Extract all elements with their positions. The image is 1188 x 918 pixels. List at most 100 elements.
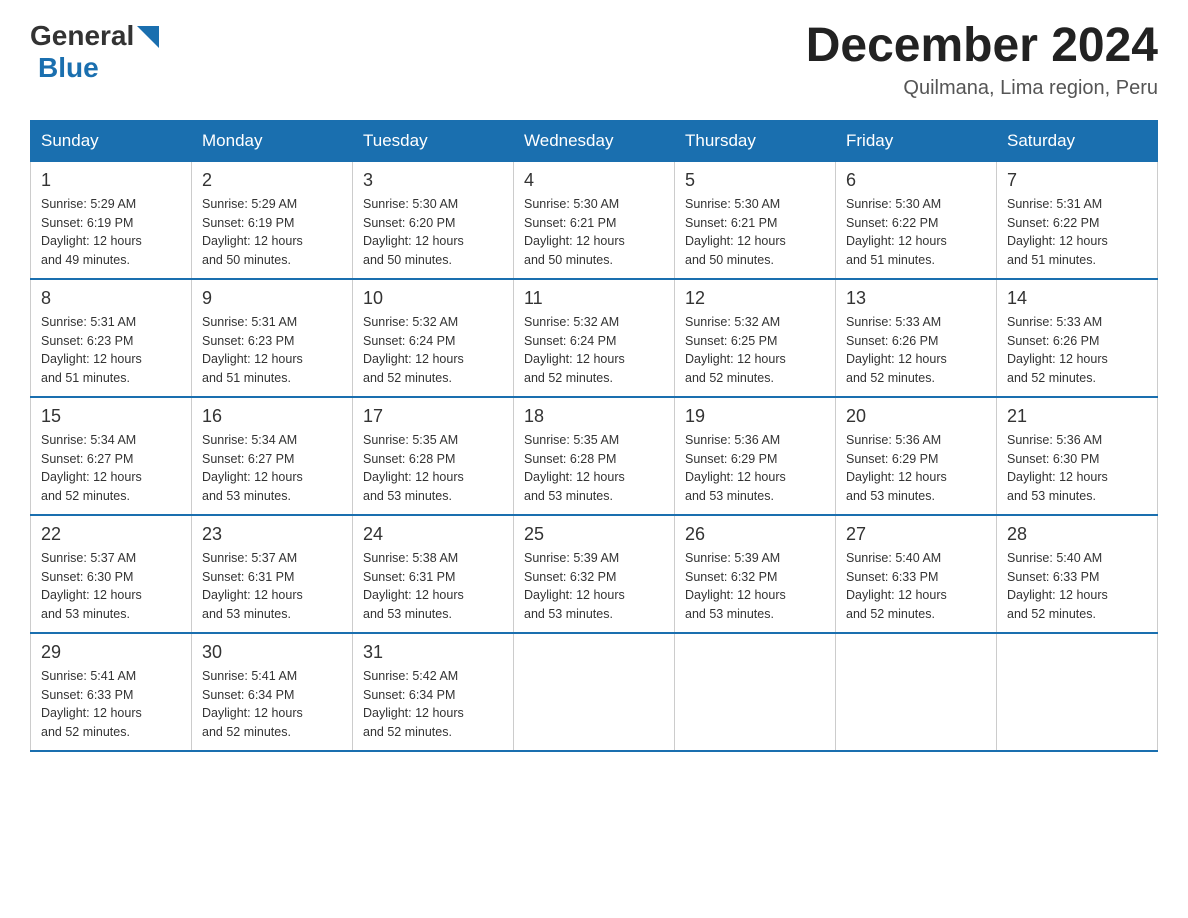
calendar-cell: 16 Sunrise: 5:34 AM Sunset: 6:27 PM Dayl… [192, 397, 353, 515]
day-number: 8 [41, 288, 181, 309]
calendar-cell: 12 Sunrise: 5:32 AM Sunset: 6:25 PM Dayl… [675, 279, 836, 397]
day-info: Sunrise: 5:30 AM Sunset: 6:21 PM Dayligh… [524, 195, 664, 270]
week-row-5: 29 Sunrise: 5:41 AM Sunset: 6:33 PM Dayl… [31, 633, 1158, 751]
logo-arrow-icon [137, 26, 159, 48]
header-monday: Monday [192, 120, 353, 161]
header-friday: Friday [836, 120, 997, 161]
week-row-1: 1 Sunrise: 5:29 AM Sunset: 6:19 PM Dayli… [31, 161, 1158, 279]
calendar-cell: 10 Sunrise: 5:32 AM Sunset: 6:24 PM Dayl… [353, 279, 514, 397]
day-number: 15 [41, 406, 181, 427]
calendar-table: SundayMondayTuesdayWednesdayThursdayFrid… [30, 120, 1158, 752]
page-header: General Blue December 2024 Quilmana, Lim… [30, 20, 1158, 100]
logo-blue-text: Blue [38, 52, 99, 84]
day-number: 20 [846, 406, 986, 427]
day-info: Sunrise: 5:29 AM Sunset: 6:19 PM Dayligh… [202, 195, 342, 270]
day-info: Sunrise: 5:33 AM Sunset: 6:26 PM Dayligh… [846, 313, 986, 388]
header-wednesday: Wednesday [514, 120, 675, 161]
day-info: Sunrise: 5:37 AM Sunset: 6:31 PM Dayligh… [202, 549, 342, 624]
day-number: 17 [363, 406, 503, 427]
day-number: 30 [202, 642, 342, 663]
week-row-4: 22 Sunrise: 5:37 AM Sunset: 6:30 PM Dayl… [31, 515, 1158, 633]
calendar-cell: 25 Sunrise: 5:39 AM Sunset: 6:32 PM Dayl… [514, 515, 675, 633]
day-info: Sunrise: 5:36 AM Sunset: 6:30 PM Dayligh… [1007, 431, 1147, 506]
day-number: 11 [524, 288, 664, 309]
calendar-cell: 14 Sunrise: 5:33 AM Sunset: 6:26 PM Dayl… [997, 279, 1158, 397]
calendar-cell: 23 Sunrise: 5:37 AM Sunset: 6:31 PM Dayl… [192, 515, 353, 633]
calendar-cell: 28 Sunrise: 5:40 AM Sunset: 6:33 PM Dayl… [997, 515, 1158, 633]
calendar-cell: 24 Sunrise: 5:38 AM Sunset: 6:31 PM Dayl… [353, 515, 514, 633]
header-saturday: Saturday [997, 120, 1158, 161]
day-number: 28 [1007, 524, 1147, 545]
calendar-cell: 7 Sunrise: 5:31 AM Sunset: 6:22 PM Dayli… [997, 161, 1158, 279]
day-info: Sunrise: 5:31 AM Sunset: 6:22 PM Dayligh… [1007, 195, 1147, 270]
week-row-3: 15 Sunrise: 5:34 AM Sunset: 6:27 PM Dayl… [31, 397, 1158, 515]
day-info: Sunrise: 5:35 AM Sunset: 6:28 PM Dayligh… [524, 431, 664, 506]
day-info: Sunrise: 5:41 AM Sunset: 6:34 PM Dayligh… [202, 667, 342, 742]
calendar-cell [675, 633, 836, 751]
weekday-header-row: SundayMondayTuesdayWednesdayThursdayFrid… [31, 120, 1158, 161]
calendar-cell: 9 Sunrise: 5:31 AM Sunset: 6:23 PM Dayli… [192, 279, 353, 397]
day-info: Sunrise: 5:40 AM Sunset: 6:33 PM Dayligh… [1007, 549, 1147, 624]
day-number: 26 [685, 524, 825, 545]
calendar-cell [997, 633, 1158, 751]
header-tuesday: Tuesday [353, 120, 514, 161]
day-info: Sunrise: 5:34 AM Sunset: 6:27 PM Dayligh… [41, 431, 181, 506]
day-number: 16 [202, 406, 342, 427]
calendar-cell: 3 Sunrise: 5:30 AM Sunset: 6:20 PM Dayli… [353, 161, 514, 279]
day-number: 5 [685, 170, 825, 191]
calendar-cell: 13 Sunrise: 5:33 AM Sunset: 6:26 PM Dayl… [836, 279, 997, 397]
day-info: Sunrise: 5:42 AM Sunset: 6:34 PM Dayligh… [363, 667, 503, 742]
calendar-cell: 5 Sunrise: 5:30 AM Sunset: 6:21 PM Dayli… [675, 161, 836, 279]
day-info: Sunrise: 5:32 AM Sunset: 6:24 PM Dayligh… [363, 313, 503, 388]
day-number: 21 [1007, 406, 1147, 427]
day-number: 14 [1007, 288, 1147, 309]
day-number: 27 [846, 524, 986, 545]
location-title: Quilmana, Lima region, Peru [806, 77, 1158, 100]
day-info: Sunrise: 5:33 AM Sunset: 6:26 PM Dayligh… [1007, 313, 1147, 388]
day-info: Sunrise: 5:37 AM Sunset: 6:30 PM Dayligh… [41, 549, 181, 624]
day-number: 7 [1007, 170, 1147, 191]
day-info: Sunrise: 5:41 AM Sunset: 6:33 PM Dayligh… [41, 667, 181, 742]
calendar-cell: 26 Sunrise: 5:39 AM Sunset: 6:32 PM Dayl… [675, 515, 836, 633]
calendar-cell: 31 Sunrise: 5:42 AM Sunset: 6:34 PM Dayl… [353, 633, 514, 751]
day-info: Sunrise: 5:34 AM Sunset: 6:27 PM Dayligh… [202, 431, 342, 506]
day-info: Sunrise: 5:40 AM Sunset: 6:33 PM Dayligh… [846, 549, 986, 624]
day-info: Sunrise: 5:31 AM Sunset: 6:23 PM Dayligh… [202, 313, 342, 388]
day-number: 29 [41, 642, 181, 663]
week-row-2: 8 Sunrise: 5:31 AM Sunset: 6:23 PM Dayli… [31, 279, 1158, 397]
day-info: Sunrise: 5:32 AM Sunset: 6:25 PM Dayligh… [685, 313, 825, 388]
day-number: 9 [202, 288, 342, 309]
day-number: 6 [846, 170, 986, 191]
day-number: 4 [524, 170, 664, 191]
day-number: 12 [685, 288, 825, 309]
day-info: Sunrise: 5:30 AM Sunset: 6:21 PM Dayligh… [685, 195, 825, 270]
day-info: Sunrise: 5:38 AM Sunset: 6:31 PM Dayligh… [363, 549, 503, 624]
day-number: 2 [202, 170, 342, 191]
calendar-cell: 11 Sunrise: 5:32 AM Sunset: 6:24 PM Dayl… [514, 279, 675, 397]
day-info: Sunrise: 5:31 AM Sunset: 6:23 PM Dayligh… [41, 313, 181, 388]
header-sunday: Sunday [31, 120, 192, 161]
day-number: 22 [41, 524, 181, 545]
day-number: 23 [202, 524, 342, 545]
day-info: Sunrise: 5:30 AM Sunset: 6:22 PM Dayligh… [846, 195, 986, 270]
day-info: Sunrise: 5:30 AM Sunset: 6:20 PM Dayligh… [363, 195, 503, 270]
calendar-cell: 6 Sunrise: 5:30 AM Sunset: 6:22 PM Dayli… [836, 161, 997, 279]
calendar-cell: 15 Sunrise: 5:34 AM Sunset: 6:27 PM Dayl… [31, 397, 192, 515]
day-number: 18 [524, 406, 664, 427]
day-number: 3 [363, 170, 503, 191]
calendar-cell: 20 Sunrise: 5:36 AM Sunset: 6:29 PM Dayl… [836, 397, 997, 515]
header-thursday: Thursday [675, 120, 836, 161]
logo-general-text: General [30, 20, 134, 52]
logo: General Blue [30, 20, 159, 84]
calendar-cell: 27 Sunrise: 5:40 AM Sunset: 6:33 PM Dayl… [836, 515, 997, 633]
day-number: 10 [363, 288, 503, 309]
day-info: Sunrise: 5:29 AM Sunset: 6:19 PM Dayligh… [41, 195, 181, 270]
day-info: Sunrise: 5:39 AM Sunset: 6:32 PM Dayligh… [685, 549, 825, 624]
calendar-cell: 29 Sunrise: 5:41 AM Sunset: 6:33 PM Dayl… [31, 633, 192, 751]
calendar-cell: 8 Sunrise: 5:31 AM Sunset: 6:23 PM Dayli… [31, 279, 192, 397]
day-number: 24 [363, 524, 503, 545]
day-info: Sunrise: 5:39 AM Sunset: 6:32 PM Dayligh… [524, 549, 664, 624]
calendar-cell: 30 Sunrise: 5:41 AM Sunset: 6:34 PM Dayl… [192, 633, 353, 751]
day-info: Sunrise: 5:35 AM Sunset: 6:28 PM Dayligh… [363, 431, 503, 506]
day-number: 1 [41, 170, 181, 191]
